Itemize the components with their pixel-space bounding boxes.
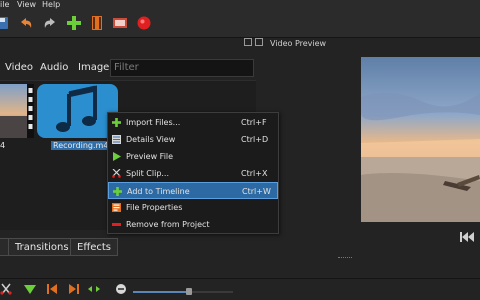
menu-item-details-view[interactable]: Details View Ctrl+D	[108, 131, 278, 148]
scissors-icon	[112, 169, 121, 178]
razor-icon[interactable]	[0, 283, 12, 295]
video-thumbnail[interactable]	[0, 84, 34, 138]
menu-item-add-to-timeline[interactable]: Add to Timeline Ctrl+W	[108, 182, 278, 199]
tab-transitions[interactable]: Transitions	[8, 238, 76, 256]
video-preview-title: Video Preview	[270, 39, 327, 48]
music-note-icon	[56, 85, 97, 132]
import-files-icon[interactable]	[66, 15, 82, 31]
fullscreen-icon[interactable]	[112, 15, 128, 31]
profile-icon[interactable]	[89, 15, 105, 31]
plus-icon	[112, 118, 121, 127]
menu-view[interactable]: View	[17, 0, 36, 10]
play-icon	[113, 152, 121, 161]
menu-item-import-files[interactable]: Import Files... Ctrl+F	[108, 114, 278, 131]
filter-input[interactable]: Filter	[110, 59, 254, 77]
next-marker-icon[interactable]	[68, 283, 80, 295]
menu-item-preview-file[interactable]: Preview File	[108, 148, 278, 165]
record-icon[interactable]	[136, 15, 152, 31]
menu-item-file-properties[interactable]: File Properties	[108, 199, 278, 216]
zoom-out-icon[interactable]	[115, 283, 127, 295]
properties-icon	[112, 203, 121, 212]
undo-icon[interactable]	[18, 15, 34, 31]
app-window: ile View Help Video Preview Video Audio …	[0, 0, 480, 300]
redo-icon[interactable]	[42, 15, 58, 31]
previous-marker-icon[interactable]	[46, 283, 58, 295]
plus-icon	[113, 187, 122, 196]
save-icon[interactable]	[0, 15, 10, 31]
jump-to-start-icon[interactable]	[460, 232, 474, 242]
menu-file[interactable]: ile	[0, 0, 9, 10]
tab-image[interactable]: Image	[78, 58, 109, 78]
zoom-slider-handle[interactable]	[186, 288, 192, 295]
menu-item-remove-from-project[interactable]: Remove from Project	[108, 216, 278, 233]
center-timeline-icon[interactable]	[88, 283, 100, 295]
tab-video[interactable]: Video	[5, 58, 33, 78]
splitter-handle[interactable]	[338, 257, 352, 260]
zoom-slider-fill	[133, 291, 188, 293]
close-panel-icon[interactable]	[255, 38, 263, 46]
menu-help[interactable]: Help	[42, 0, 60, 10]
main-toolbar	[0, 10, 480, 38]
menu-item-split-clip[interactable]: Split Clip... Ctrl+X	[108, 165, 278, 182]
add-marker-icon[interactable]	[24, 283, 36, 295]
audio-file-name[interactable]: Recording.m4a	[51, 141, 116, 150]
menubar: ile View Help	[0, 0, 480, 10]
tab-effects[interactable]: Effects	[70, 238, 118, 256]
audio-thumbnail[interactable]	[37, 84, 118, 138]
float-panel-icon[interactable]	[244, 38, 252, 46]
remove-icon	[112, 223, 121, 226]
tab-audio[interactable]: Audio	[40, 58, 68, 78]
video-preview-frame	[361, 57, 480, 222]
context-menu: Import Files... Ctrl+F Details View Ctrl…	[107, 112, 279, 234]
details-icon	[112, 135, 121, 144]
video-file-name: 4	[0, 141, 6, 150]
